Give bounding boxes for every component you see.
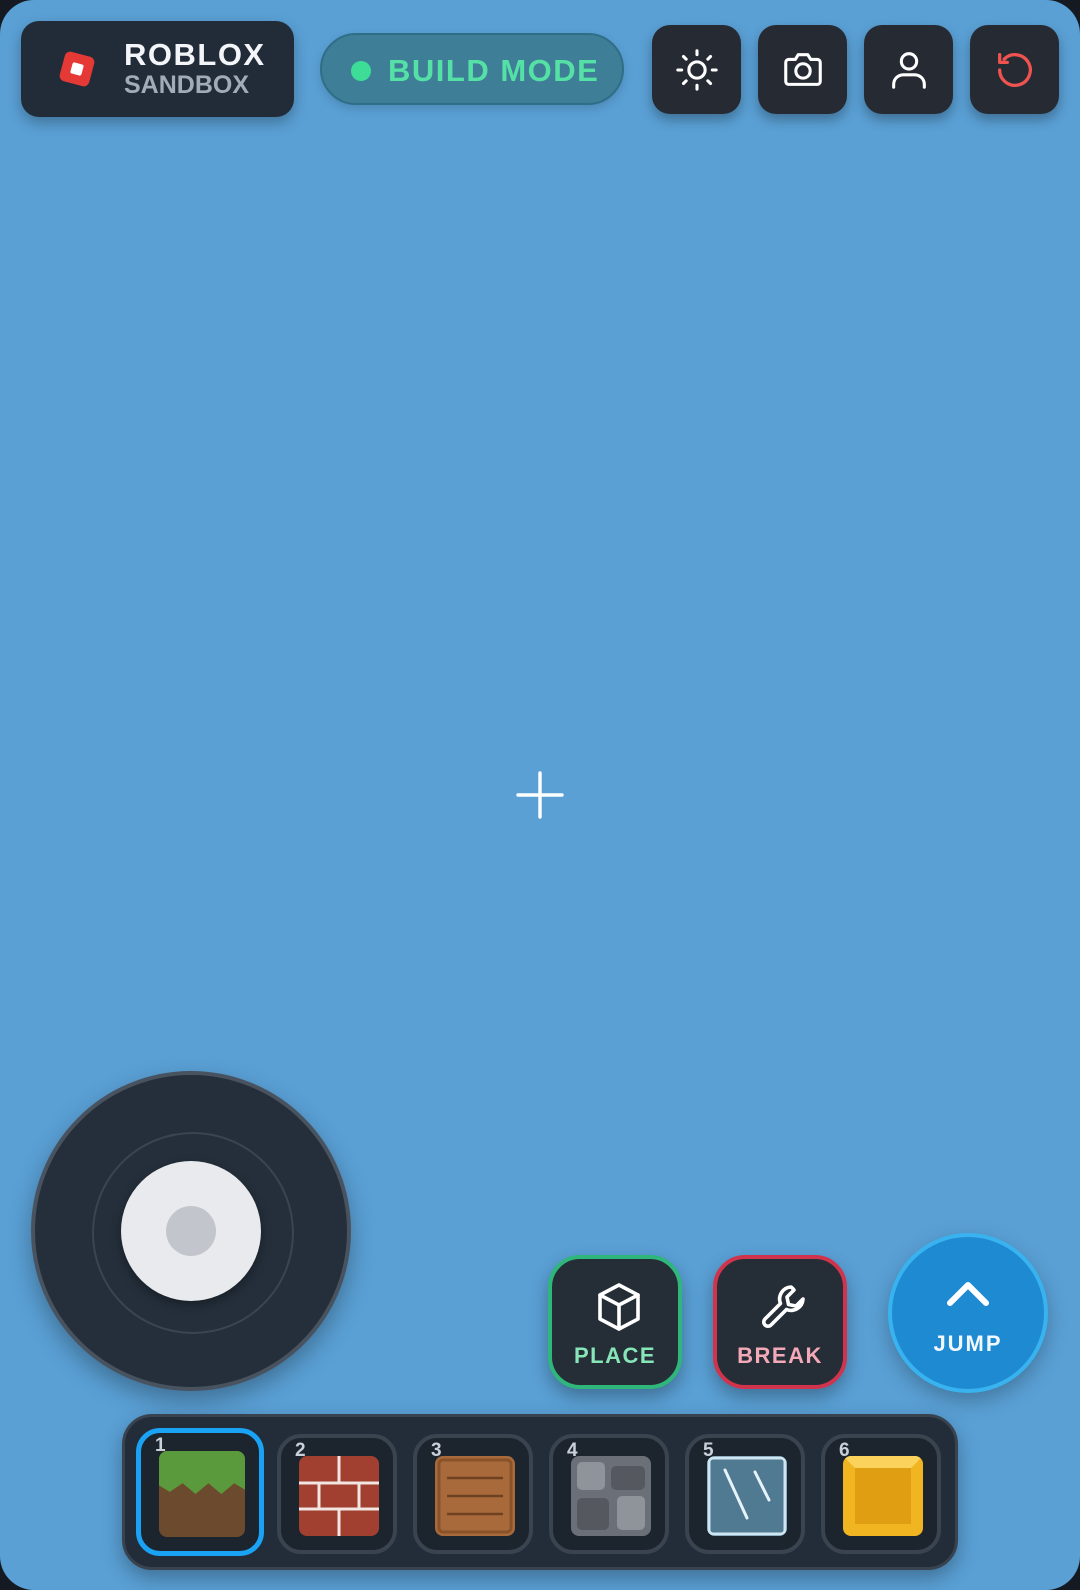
- slot-number: 3: [431, 1440, 442, 1461]
- block-hotbar: 1 2 3 4 5 6: [122, 1414, 958, 1570]
- place-label: PLACE: [573, 1343, 657, 1368]
- sun-icon: [675, 48, 718, 91]
- grass-block-icon: [159, 1451, 245, 1537]
- jump-label: JUMP: [933, 1331, 1003, 1356]
- roblox-logo-icon: [59, 51, 95, 87]
- avatar-button[interactable]: [864, 25, 953, 114]
- break-label: BREAK: [737, 1343, 823, 1368]
- slot-number: 6: [839, 1440, 850, 1461]
- game-logo-card: ROBLOX SANDBOX: [21, 21, 294, 117]
- camera-icon: [783, 52, 822, 86]
- joystick-knob-center: [166, 1206, 216, 1256]
- hotbar-slot-brick[interactable]: 2: [277, 1434, 397, 1554]
- hotbar-slot-gold[interactable]: 6: [821, 1434, 941, 1554]
- hotbar-slot-glass[interactable]: 5: [685, 1434, 805, 1554]
- slot-number: 5: [703, 1440, 714, 1461]
- crosshair-icon: [516, 771, 564, 819]
- glass-block-icon: [707, 1456, 787, 1536]
- place-button[interactable]: PLACE: [548, 1255, 682, 1389]
- brick-block-icon: [299, 1456, 379, 1536]
- cube-icon: [598, 1283, 640, 1331]
- hotbar-slot-stone[interactable]: 4: [549, 1434, 669, 1554]
- reset-button[interactable]: [970, 25, 1059, 114]
- gold-block-icon: [843, 1456, 923, 1536]
- reset-icon: [997, 52, 1032, 87]
- slot-number: 4: [567, 1440, 578, 1461]
- wrench-icon: [761, 1285, 805, 1329]
- slot-number: 2: [295, 1440, 306, 1461]
- mode-status-dot: [351, 61, 371, 81]
- stone-block-icon: [571, 1456, 651, 1536]
- daylight-toggle-button[interactable]: [652, 25, 741, 114]
- user-icon: [891, 51, 926, 89]
- hotbar-slot-wood[interactable]: 3: [413, 1434, 533, 1554]
- jump-button[interactable]: JUMP: [888, 1233, 1048, 1393]
- game-title: ROBLOX: [124, 37, 266, 72]
- camera-button[interactable]: [758, 25, 847, 114]
- movement-joystick[interactable]: [31, 1071, 351, 1391]
- game-screen[interactable]: ROBLOX SANDBOX BUILD MODE PLACE BREAK JU…: [0, 0, 1080, 1590]
- slot-number: 1: [155, 1435, 166, 1456]
- joystick-knob[interactable]: [121, 1161, 261, 1301]
- game-subtitle: SANDBOX: [124, 71, 250, 99]
- break-button[interactable]: BREAK: [713, 1255, 847, 1389]
- chevron-up-icon: [947, 1282, 989, 1306]
- hotbar-slot-grass[interactable]: 1: [136, 1428, 264, 1556]
- mode-indicator[interactable]: BUILD MODE: [320, 33, 624, 105]
- mode-label: BUILD MODE: [388, 53, 600, 88]
- wood-block-icon: [435, 1456, 515, 1536]
